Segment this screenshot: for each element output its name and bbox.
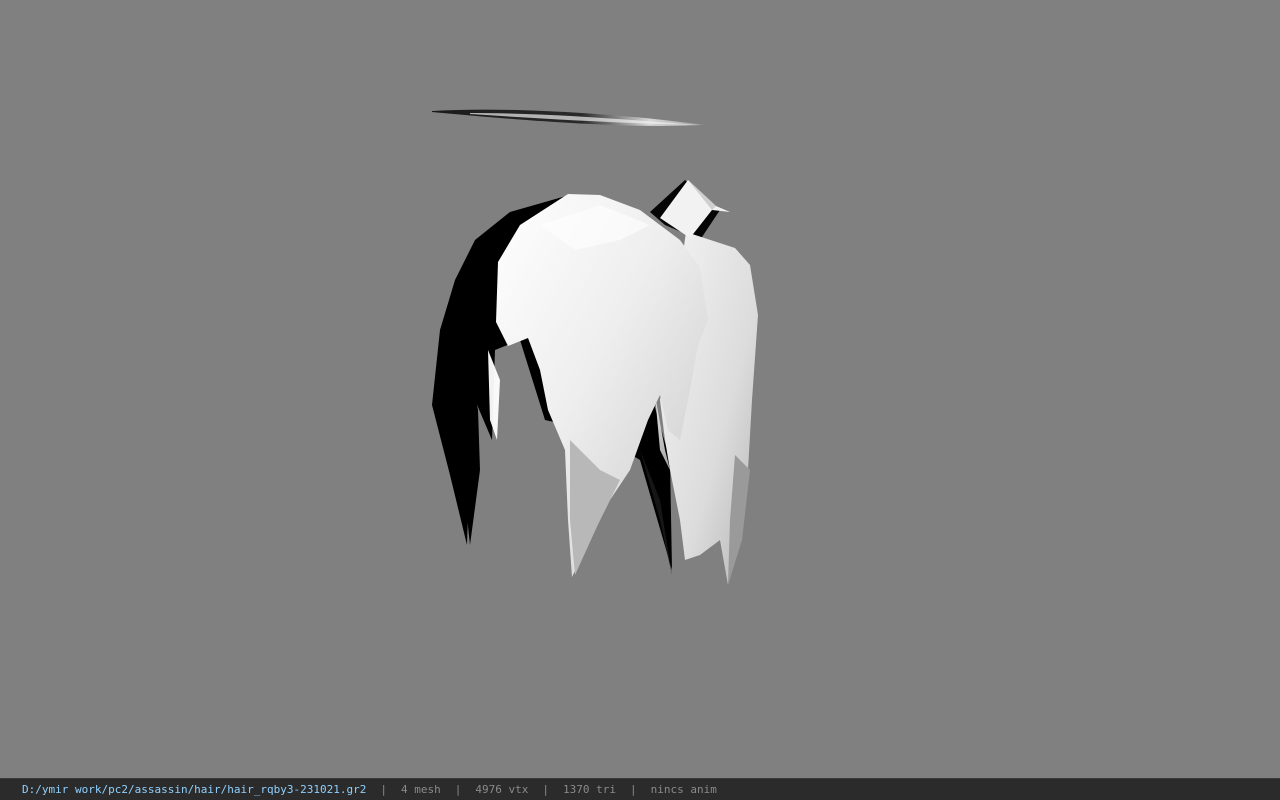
- mesh-count-label: 4 mesh: [401, 783, 441, 796]
- status-separator: |: [629, 783, 637, 796]
- hair-front-mesh: [496, 194, 708, 577]
- hair-top-flap-mesh: [660, 180, 730, 238]
- status-separator: |: [542, 783, 549, 796]
- file-path-label: D:/ymir work/pc2/assassin/hair/hair_rqby…: [22, 783, 367, 796]
- 3d-viewport[interactable]: [0, 0, 1280, 778]
- triangle-count-label: 1370 tri: [562, 783, 616, 796]
- vertex-count-label: 4976 vtx: [475, 783, 529, 796]
- halo-mesh: [432, 109, 704, 126]
- status-separator: |: [454, 783, 462, 796]
- anim-status-label: nincs anim: [650, 783, 717, 796]
- status-separator: |: [380, 783, 387, 796]
- status-bar: D:/ymir work/pc2/assassin/hair/hair_rqby…: [0, 778, 1280, 800]
- model-render[interactable]: [0, 0, 1280, 778]
